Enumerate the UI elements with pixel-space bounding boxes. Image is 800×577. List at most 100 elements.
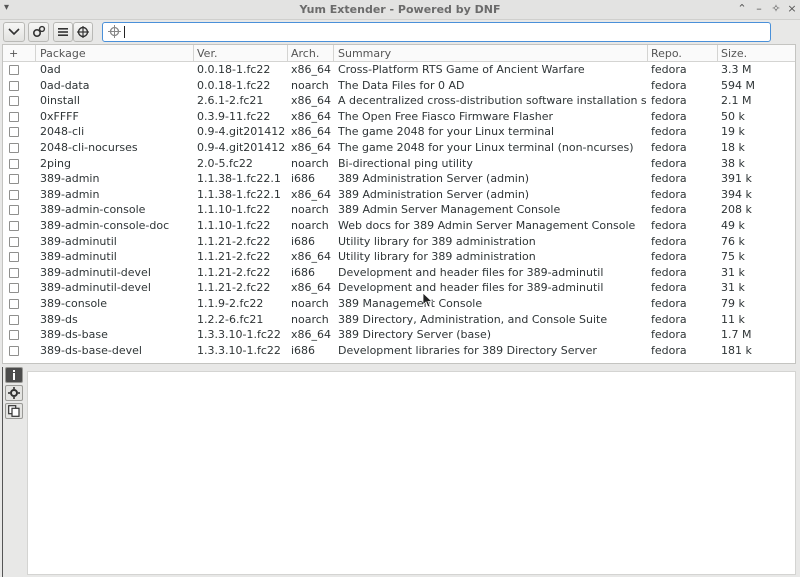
cell-repo: fedora [651, 234, 687, 248]
cell-summary: Cross-Platform RTS Game of Ancient Warfa… [338, 63, 585, 76]
table-row[interactable]: 389-admin 1.1.38-1.fc22.1 x86_64 389 Admini… [3, 187, 795, 203]
cell-size: 208 k [721, 203, 752, 217]
cell-version: 1.1.9-2.fc22 [197, 297, 264, 310]
row-checkbox[interactable] [9, 189, 19, 200]
cell-version: 1.3.3.10-1.fc22 [197, 343, 281, 357]
table-row[interactable]: 389-ds-base 1.3.3.10-1.fc22 x86_64 389 Dire… [3, 327, 795, 343]
cell-package: 389-admin [40, 187, 100, 201]
column-header-size[interactable]: Size. [721, 47, 747, 60]
tab-package-info[interactable] [5, 367, 23, 383]
cell-repo: fedora [651, 141, 687, 154]
column-header-package[interactable]: Package [40, 47, 86, 60]
cell-package: 389-adminutil-devel [40, 265, 151, 279]
table-row[interactable]: 389-ds 1.2.2-6.fc21 noarch 389 Directory, A… [3, 312, 795, 328]
cell-repo: fedora [651, 250, 687, 264]
column-header-summary[interactable]: Summary [338, 47, 391, 60]
cell-summary: The game 2048 for your Linux terminal (n… [338, 141, 634, 154]
row-checkbox[interactable] [9, 314, 19, 325]
cell-size: 2.1 M [721, 94, 752, 108]
cell-repo: fedora [651, 156, 687, 170]
table-row[interactable]: 2ping 2.0-5.fc22 noarch Bi-directional ping… [3, 156, 795, 172]
table-row[interactable]: 389-ds-base-devel 1.3.3.10-1.fc22 i686 Deve… [3, 343, 795, 359]
table-row[interactable]: 0ad-data 0.0.18-1.fc22 noarch The Data File… [3, 78, 795, 94]
maximize-up-icon[interactable]: ⌃ [735, 2, 749, 16]
row-checkbox[interactable] [9, 80, 19, 91]
cell-version: 1.1.38-1.fc22.1 [197, 172, 281, 186]
row-checkbox[interactable] [9, 127, 19, 138]
cell-summary: The game 2048 for your Linux terminal [338, 125, 555, 139]
cell-size: 79 k [721, 297, 745, 310]
cell-arch: x86_64 [291, 94, 332, 108]
table-row[interactable]: 389-admin 1.1.38-1.fc22.1 i686 389 Administ… [3, 171, 795, 187]
row-checkbox[interactable] [9, 65, 19, 75]
cell-package: 2048-cli [40, 125, 85, 139]
restore-icon[interactable]: ✧ [769, 2, 783, 16]
row-checkbox[interactable] [9, 174, 19, 185]
cell-repo: fedora [651, 203, 687, 217]
table-row[interactable]: 389-adminutil 1.1.21-2.fc22 i686 Utility li… [3, 234, 795, 250]
table-row[interactable]: 389-adminutil-devel 1.1.21-2.fc22 x86_64 De… [3, 280, 795, 296]
search-options-icon[interactable] [108, 25, 121, 38]
filter-button[interactable] [73, 22, 93, 42]
cell-arch: x86_64 [291, 125, 332, 139]
cell-summary: Web docs for 389 Admin Server Management… [338, 219, 636, 232]
window-title: Yum Extender - Powered by DNF [299, 3, 501, 16]
cell-size: 75 k [721, 250, 745, 264]
table-row[interactable]: 389-admin-console 1.1.10-1.fc22 noarch 389 … [3, 202, 795, 218]
tab-package-settings[interactable] [5, 385, 23, 401]
row-checkbox[interactable] [9, 267, 19, 278]
search-input[interactable] [102, 22, 771, 42]
table-row[interactable]: 0install 2.6.1-2.fc21 x86_64 A decentralize… [3, 93, 795, 109]
cell-summary: Development and header files for 389-adm… [338, 281, 604, 295]
row-checkbox[interactable] [9, 158, 19, 169]
table-row[interactable]: 0ad 0.0.18-1.fc22 x86_64 Cross-Platform RTS… [3, 62, 795, 78]
row-checkbox[interactable] [9, 299, 19, 309]
table-row[interactable]: 2048-cli 0.9-4.git20141214 x86_64 The game … [3, 124, 795, 140]
close-icon[interactable]: × [785, 2, 799, 16]
column-header-arch[interactable]: Arch. [291, 47, 319, 60]
row-checkbox[interactable] [9, 330, 19, 341]
cell-size: 50 k [721, 109, 745, 123]
toolbar [0, 20, 800, 44]
table-row[interactable]: 2048-cli-nocurses 0.9-4.git20141214 x86_64… [3, 140, 795, 156]
table-row[interactable]: 389-adminutil-devel 1.1.21-2.fc22 i686 Deve… [3, 265, 795, 281]
row-checkbox[interactable] [9, 221, 19, 231]
actions-button[interactable] [28, 22, 49, 42]
table-row[interactable]: 389-admin-console-doc 1.1.10-1.fc22 noarch… [3, 218, 795, 234]
row-checkbox[interactable] [9, 283, 19, 294]
cell-repo: fedora [651, 187, 687, 201]
title-bar: ▾ Yum Extender - Powered by DNF ⌃ – ✧ × [0, 0, 800, 20]
list-icon [58, 28, 68, 36]
row-checkbox[interactable] [9, 111, 19, 122]
row-checkbox[interactable] [9, 96, 19, 107]
cell-version: 0.0.18-1.fc22 [197, 63, 271, 76]
tab-package-files[interactable] [5, 403, 23, 419]
table-row[interactable]: 389-adminutil 1.1.21-2.fc22 x86_64 Utility … [3, 249, 795, 265]
cell-repo: fedora [651, 219, 687, 232]
row-checkbox[interactable] [9, 345, 19, 356]
row-checkbox[interactable] [9, 143, 19, 153]
table-row[interactable]: 389-console 1.1.9-2.fc22 noarch 389 Managem… [3, 296, 795, 312]
cell-package: 389-ds [40, 312, 78, 326]
cell-repo: fedora [651, 78, 687, 92]
cell-size: 19 k [721, 125, 745, 139]
cell-summary: Utility library for 389 administration [338, 234, 536, 248]
target-icon [77, 26, 89, 38]
cell-package: 389-ds-base [40, 328, 108, 342]
cell-arch: x86_64 [291, 187, 332, 201]
column-header-version[interactable]: Ver. [197, 47, 217, 60]
package-list-button[interactable] [53, 22, 73, 42]
column-header-repo[interactable]: Repo. [651, 47, 682, 60]
cell-package: 2048-cli-nocurses [40, 141, 138, 154]
view-menu-button[interactable] [3, 22, 25, 42]
cell-package: 389-ds-base-devel [40, 343, 142, 357]
row-checkbox[interactable] [9, 205, 19, 216]
cell-summary: 389 Administration Server (admin) [338, 172, 530, 186]
column-header-select[interactable]: + [9, 47, 18, 60]
table-row[interactable]: 0xFFFF 0.3.9-11.fc22 x86_64 The Open Free F… [3, 109, 795, 125]
minimize-icon[interactable]: – [752, 2, 766, 16]
row-checkbox[interactable] [9, 252, 19, 263]
cell-package: 389-adminutil [40, 234, 117, 248]
cell-summary: Bi-directional ping utility [338, 156, 473, 170]
row-checkbox[interactable] [9, 236, 19, 247]
